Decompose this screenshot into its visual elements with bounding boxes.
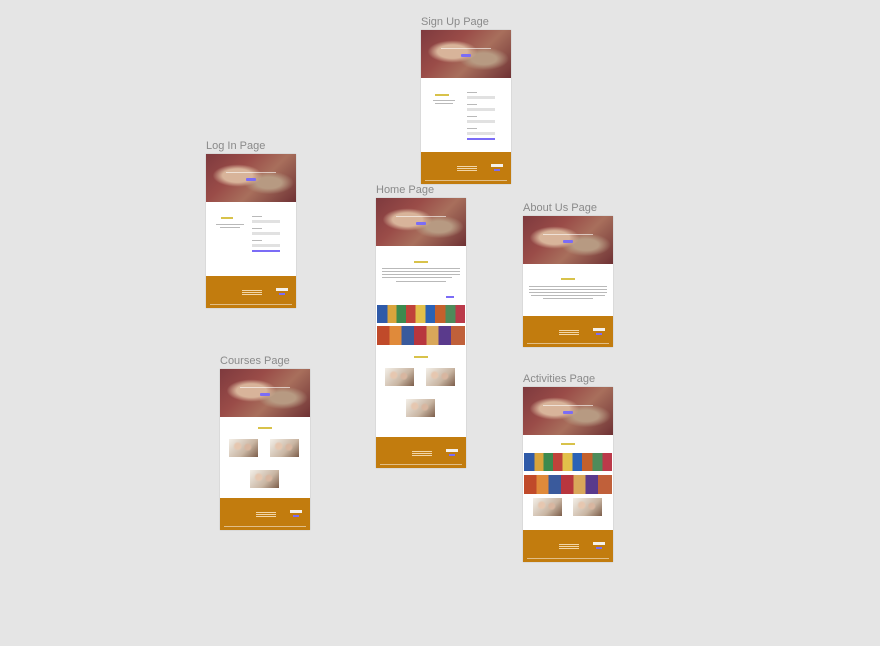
- frame-label-activities: Activities Page: [523, 373, 596, 385]
- signup-heading: [435, 94, 449, 96]
- frame-label-home: Home Page: [376, 184, 435, 196]
- frame-label-signup: Sign Up Page: [421, 16, 489, 28]
- email-field[interactable]: [252, 232, 280, 235]
- footer-button[interactable]: [446, 449, 458, 452]
- hero-image: [523, 216, 613, 264]
- footer: [523, 530, 613, 562]
- footer: [220, 498, 310, 530]
- course-image: [385, 368, 414, 386]
- frame-label-about: About Us Page: [523, 202, 597, 214]
- login-heading: [221, 217, 233, 219]
- course-image: [426, 368, 455, 386]
- gallery-image: [377, 326, 465, 345]
- login-submit-button[interactable]: [252, 250, 280, 252]
- frame-signup-page[interactable]: [421, 30, 511, 184]
- footer: [421, 152, 511, 184]
- footer: [206, 276, 296, 308]
- footer-button[interactable]: [593, 328, 605, 331]
- hero-image: [376, 198, 466, 246]
- hero-image: [220, 369, 310, 417]
- course-image: [270, 439, 299, 457]
- hero-button[interactable]: [461, 54, 471, 57]
- hero-button[interactable]: [260, 393, 270, 396]
- hero-image: [206, 154, 296, 202]
- frame-label-login: Log In Page: [206, 140, 266, 152]
- gallery-image: [524, 453, 612, 471]
- course-image: [250, 470, 279, 488]
- about-heading: [561, 278, 575, 280]
- confirm-password-field[interactable]: [467, 132, 495, 135]
- activities-heading: [561, 443, 575, 445]
- frame-home-page[interactable]: [376, 198, 466, 468]
- hero-button[interactable]: [563, 411, 573, 414]
- footer-button[interactable]: [290, 510, 302, 513]
- hero-image: [523, 387, 613, 435]
- footer: [523, 316, 613, 347]
- course-image: [406, 399, 435, 417]
- courses-heading: [258, 427, 272, 429]
- activity-image: [533, 498, 562, 516]
- activity-image: [573, 498, 602, 516]
- signup-submit-button[interactable]: [467, 138, 495, 140]
- name-field[interactable]: [467, 96, 495, 99]
- frame-login-page[interactable]: [206, 154, 296, 308]
- read-more-button[interactable]: [446, 296, 454, 298]
- frame-courses-page[interactable]: [220, 369, 310, 530]
- hero-button[interactable]: [563, 240, 573, 243]
- footer-button[interactable]: [276, 288, 288, 291]
- gallery-image: [377, 305, 465, 323]
- hero-button[interactable]: [416, 222, 426, 225]
- frame-activities-page[interactable]: [523, 387, 613, 562]
- frame-about-page[interactable]: [523, 216, 613, 347]
- gallery-image: [524, 475, 612, 494]
- hero-image: [421, 30, 511, 78]
- courses-heading: [414, 356, 428, 358]
- password-field[interactable]: [467, 120, 495, 123]
- email-field[interactable]: [467, 108, 495, 111]
- frame-label-courses: Courses Page: [220, 355, 290, 367]
- course-image: [229, 439, 258, 457]
- footer: [376, 437, 466, 468]
- footer-button[interactable]: [593, 542, 605, 545]
- hero-button[interactable]: [246, 178, 256, 181]
- welcome-heading: [414, 261, 428, 263]
- footer-button[interactable]: [491, 164, 503, 167]
- password-field[interactable]: [252, 244, 280, 247]
- username-field[interactable]: [252, 220, 280, 223]
